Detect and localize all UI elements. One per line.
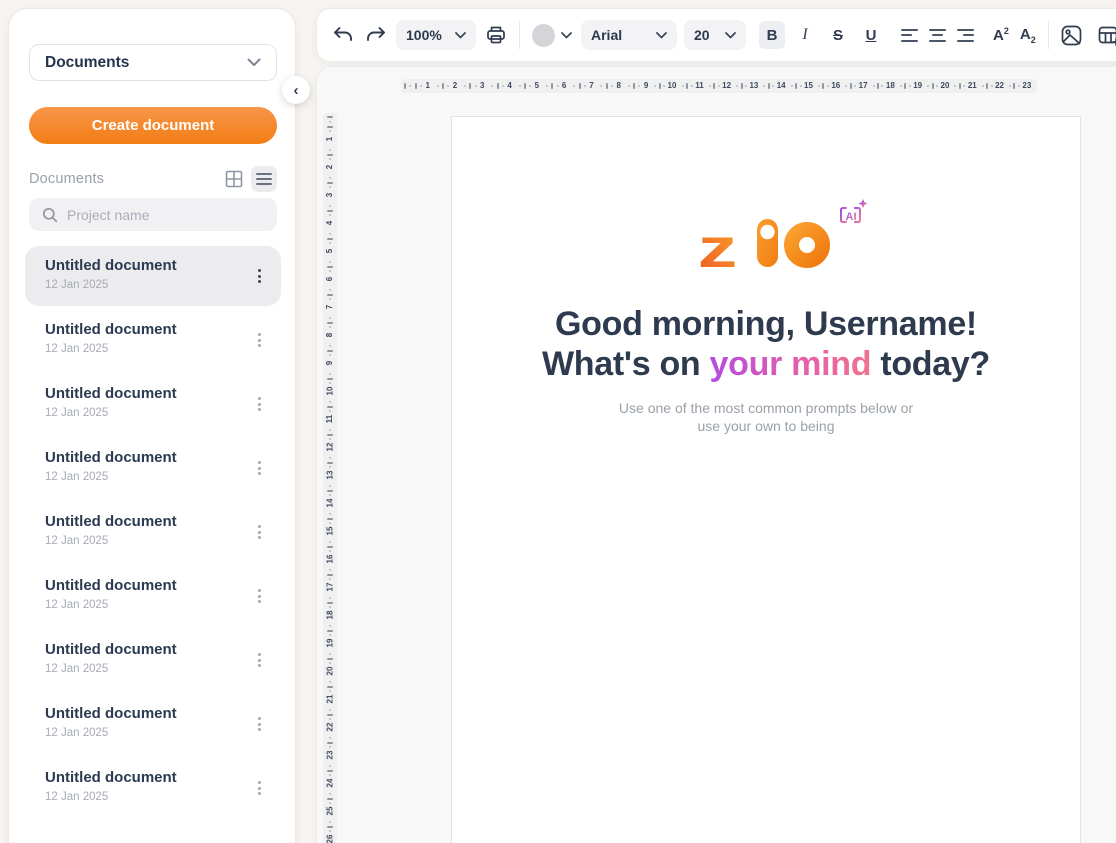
color-swatch-icon	[532, 24, 555, 47]
document-list-item[interactable]: Untitled document 12 Jan 2025	[25, 630, 281, 690]
undo-icon[interactable]	[330, 22, 356, 48]
document-date: 12 Jan 2025	[45, 791, 267, 803]
toolbar: 100% Arial 20 B I S U	[316, 8, 1116, 62]
document-title: Untitled document	[45, 321, 267, 338]
kebab-menu-icon[interactable]	[251, 584, 267, 608]
kebab-menu-icon[interactable]	[251, 776, 267, 800]
document-title: Untitled document	[45, 257, 267, 274]
greeting-line2: What's on your mind today?	[452, 344, 1080, 384]
bold-button[interactable]: B	[759, 21, 785, 49]
toolbar-divider	[1048, 21, 1049, 49]
list-view-icon[interactable]	[251, 166, 277, 192]
document-title: Untitled document	[45, 385, 267, 402]
document-date: 12 Jan 2025	[45, 663, 267, 675]
svg-text:AI: AI	[846, 211, 857, 223]
document-list-item[interactable]: Untitled document 12 Jan 2025	[25, 694, 281, 754]
zoom-value: 100%	[406, 27, 442, 43]
kebab-menu-icon[interactable]	[251, 392, 267, 416]
editor-workspace: 1234567891011121314151617181920212223 12…	[316, 66, 1116, 843]
chevron-down-icon	[455, 32, 466, 39]
greeting-subtitle: Use one of the most common prompts below…	[452, 400, 1080, 435]
horizontal-ruler: 1234567891011121314151617181920212223	[401, 79, 1037, 93]
subscript-button[interactable]: A2	[1018, 26, 1038, 45]
document-date: 12 Jan 2025	[45, 407, 267, 419]
documents-section-label: Documents	[29, 171, 104, 187]
document-title: Untitled document	[45, 577, 267, 594]
document-date: 12 Jan 2025	[45, 599, 267, 611]
chevron-down-icon	[561, 32, 572, 39]
document-title: Untitled document	[45, 641, 267, 658]
strikethrough-button[interactable]: S	[825, 21, 851, 49]
vertical-ruler: 1234567891011121314151617181920212223242…	[323, 113, 337, 843]
document-list: Untitled document12 Jan 2025Untitled doc…	[25, 246, 281, 818]
zoom-select[interactable]: 100%	[396, 20, 476, 50]
ai-badge: AI	[837, 199, 869, 233]
workspace-select-value: Documents	[45, 54, 129, 72]
documents-section-header: Documents	[29, 165, 277, 193]
superscript-button[interactable]: A2	[991, 26, 1011, 44]
kebab-menu-icon[interactable]	[251, 328, 267, 352]
align-left-icon[interactable]	[901, 29, 918, 42]
document-list-item[interactable]: Untitled document 12 Jan 2025	[25, 502, 281, 562]
zio-logo-mark: z	[699, 217, 833, 269]
document-list-item[interactable]: Untitled document 12 Jan 2025	[25, 438, 281, 498]
sparkle-icon	[859, 199, 868, 208]
kebab-menu-icon[interactable]	[251, 648, 267, 672]
text-color-select[interactable]	[530, 24, 574, 47]
chevron-down-icon	[247, 58, 261, 67]
document-title: Untitled document	[45, 449, 267, 466]
document-title: Untitled document	[45, 705, 267, 722]
kebab-menu-icon[interactable]	[251, 712, 267, 736]
document-page[interactable]: z AI	[451, 116, 1081, 843]
align-center-icon[interactable]	[929, 29, 946, 42]
chevron-down-icon	[725, 32, 736, 39]
search-icon	[42, 207, 58, 223]
font-family-select[interactable]: Arial	[581, 20, 677, 50]
search-input[interactable]	[67, 207, 264, 223]
document-list-item[interactable]: Untitled document 12 Jan 2025	[25, 310, 281, 370]
greeting-line1: Good morning, Username!	[452, 304, 1080, 344]
document-title: Untitled document	[45, 769, 267, 786]
insert-image-icon[interactable]	[1059, 22, 1085, 48]
zio-logo: z AI	[699, 217, 833, 269]
document-date: 12 Jan 2025	[45, 535, 267, 547]
svg-text:z: z	[699, 217, 737, 269]
workspace-select[interactable]: Documents	[29, 44, 277, 81]
toolbar-divider	[519, 21, 520, 49]
italic-button[interactable]: I	[792, 21, 818, 49]
chevron-left-icon: ‹	[294, 82, 299, 99]
kebab-menu-icon[interactable]	[251, 520, 267, 544]
insert-table-icon[interactable]	[1096, 22, 1116, 48]
document-list-item[interactable]: Untitled document 12 Jan 2025	[25, 374, 281, 434]
document-title: Untitled document	[45, 513, 267, 530]
kebab-menu-icon[interactable]	[251, 456, 267, 480]
document-date: 12 Jan 2025	[45, 343, 267, 355]
redo-icon[interactable]	[363, 22, 389, 48]
align-right-icon[interactable]	[957, 29, 974, 42]
document-list-item[interactable]: Untitled document 12 Jan 2025	[25, 246, 281, 306]
greeting-heading: Good morning, Username! What's on your m…	[452, 304, 1080, 384]
kebab-menu-icon[interactable]	[251, 264, 267, 288]
create-document-button[interactable]: Create document	[29, 107, 277, 144]
document-list-item[interactable]: Untitled document 12 Jan 2025	[25, 566, 281, 626]
font-family-value: Arial	[591, 27, 622, 43]
document-list-item[interactable]: Untitled document 12 Jan 2025	[25, 758, 281, 818]
font-size-value: 20	[694, 27, 710, 43]
document-date: 12 Jan 2025	[45, 727, 267, 739]
highlight-text: your mind	[710, 345, 872, 383]
underline-button[interactable]: U	[858, 21, 884, 49]
sidebar: Documents Create document Documents	[8, 8, 296, 843]
grid-view-icon[interactable]	[221, 166, 247, 192]
document-date: 12 Jan 2025	[45, 279, 267, 291]
document-date: 12 Jan 2025	[45, 471, 267, 483]
font-size-select[interactable]: 20	[684, 20, 746, 50]
sidebar-collapse-button[interactable]: ‹	[282, 76, 310, 104]
print-icon[interactable]	[483, 22, 509, 48]
chevron-down-icon	[656, 32, 667, 39]
search-box	[29, 198, 277, 231]
